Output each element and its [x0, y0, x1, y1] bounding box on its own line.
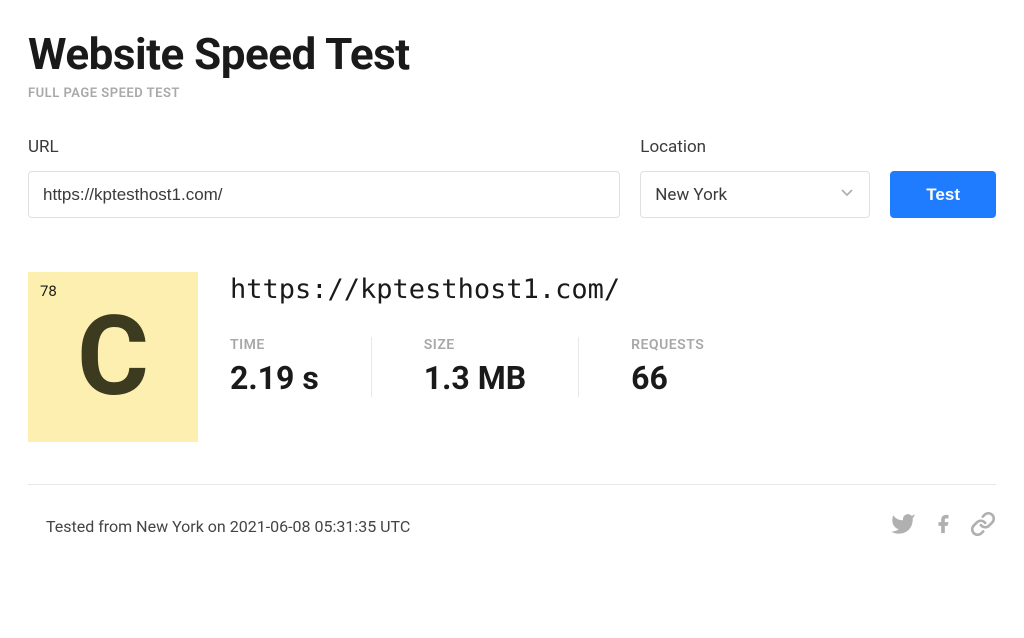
stats-row: TIME 2.19 s SIZE 1.3 MB REQUESTS 66 — [230, 337, 996, 397]
location-label: Location — [640, 137, 870, 157]
stat-requests: REQUESTS 66 — [631, 337, 756, 397]
grade-box: 78 C — [28, 272, 198, 442]
share-icons — [890, 511, 996, 541]
tested-url: https://kptesthost1.com/ — [230, 274, 996, 305]
stat-size-label: SIZE — [424, 337, 526, 353]
chevron-down-icon — [839, 184, 855, 205]
page-subtitle: FULL PAGE SPEED TEST — [28, 86, 996, 101]
results-footer: Tested from New York on 2021-06-08 05:31… — [28, 511, 996, 541]
url-group: URL — [28, 137, 620, 218]
url-label: URL — [28, 137, 620, 157]
stat-size-value: 1.3 MB — [424, 359, 526, 397]
grade-letter: C — [77, 302, 149, 412]
tested-info: Tested from New York on 2021-06-08 05:31… — [46, 517, 410, 536]
grade-score: 78 — [40, 282, 57, 300]
results-details: https://kptesthost1.com/ TIME 2.19 s SIZ… — [230, 272, 996, 442]
twitter-icon[interactable] — [890, 511, 916, 541]
stat-time: TIME 2.19 s — [230, 337, 372, 397]
stat-time-value: 2.19 s — [230, 359, 319, 397]
test-form: URL Location New York Test — [28, 137, 996, 218]
stat-requests-label: REQUESTS — [631, 337, 704, 353]
location-group: Location New York — [640, 137, 870, 218]
page-title: Website Speed Test — [28, 28, 996, 80]
location-select[interactable]: New York — [640, 171, 870, 218]
link-icon[interactable] — [970, 511, 996, 541]
url-input[interactable] — [28, 171, 620, 218]
results-section: 78 C https://kptesthost1.com/ TIME 2.19 … — [28, 272, 996, 485]
stat-requests-value: 66 — [631, 359, 704, 397]
test-button[interactable]: Test — [890, 171, 996, 218]
facebook-icon[interactable] — [932, 511, 954, 541]
location-selected-value: New York — [655, 185, 727, 205]
stat-size: SIZE 1.3 MB — [424, 337, 579, 397]
stat-time-label: TIME — [230, 337, 319, 353]
